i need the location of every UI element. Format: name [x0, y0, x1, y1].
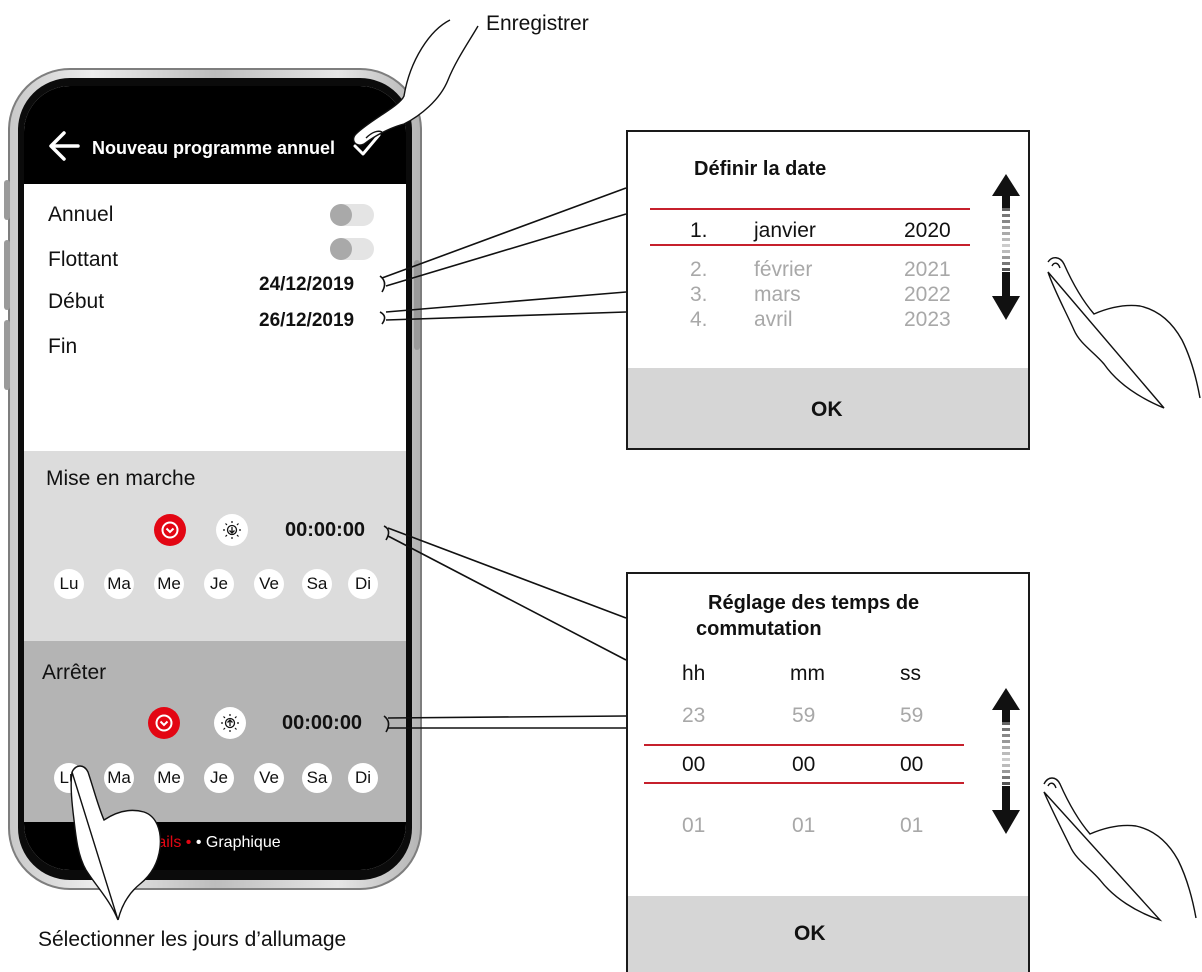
hand-pointer-icon	[70, 765, 162, 921]
date-connector	[379, 187, 627, 325]
connector-lines	[70, 19, 1201, 922]
hand-pointer-icon	[1047, 257, 1201, 409]
hand-pointer-icon	[352, 19, 479, 146]
hand-pointer-icon	[1043, 777, 1197, 922]
time-connector	[383, 525, 627, 733]
